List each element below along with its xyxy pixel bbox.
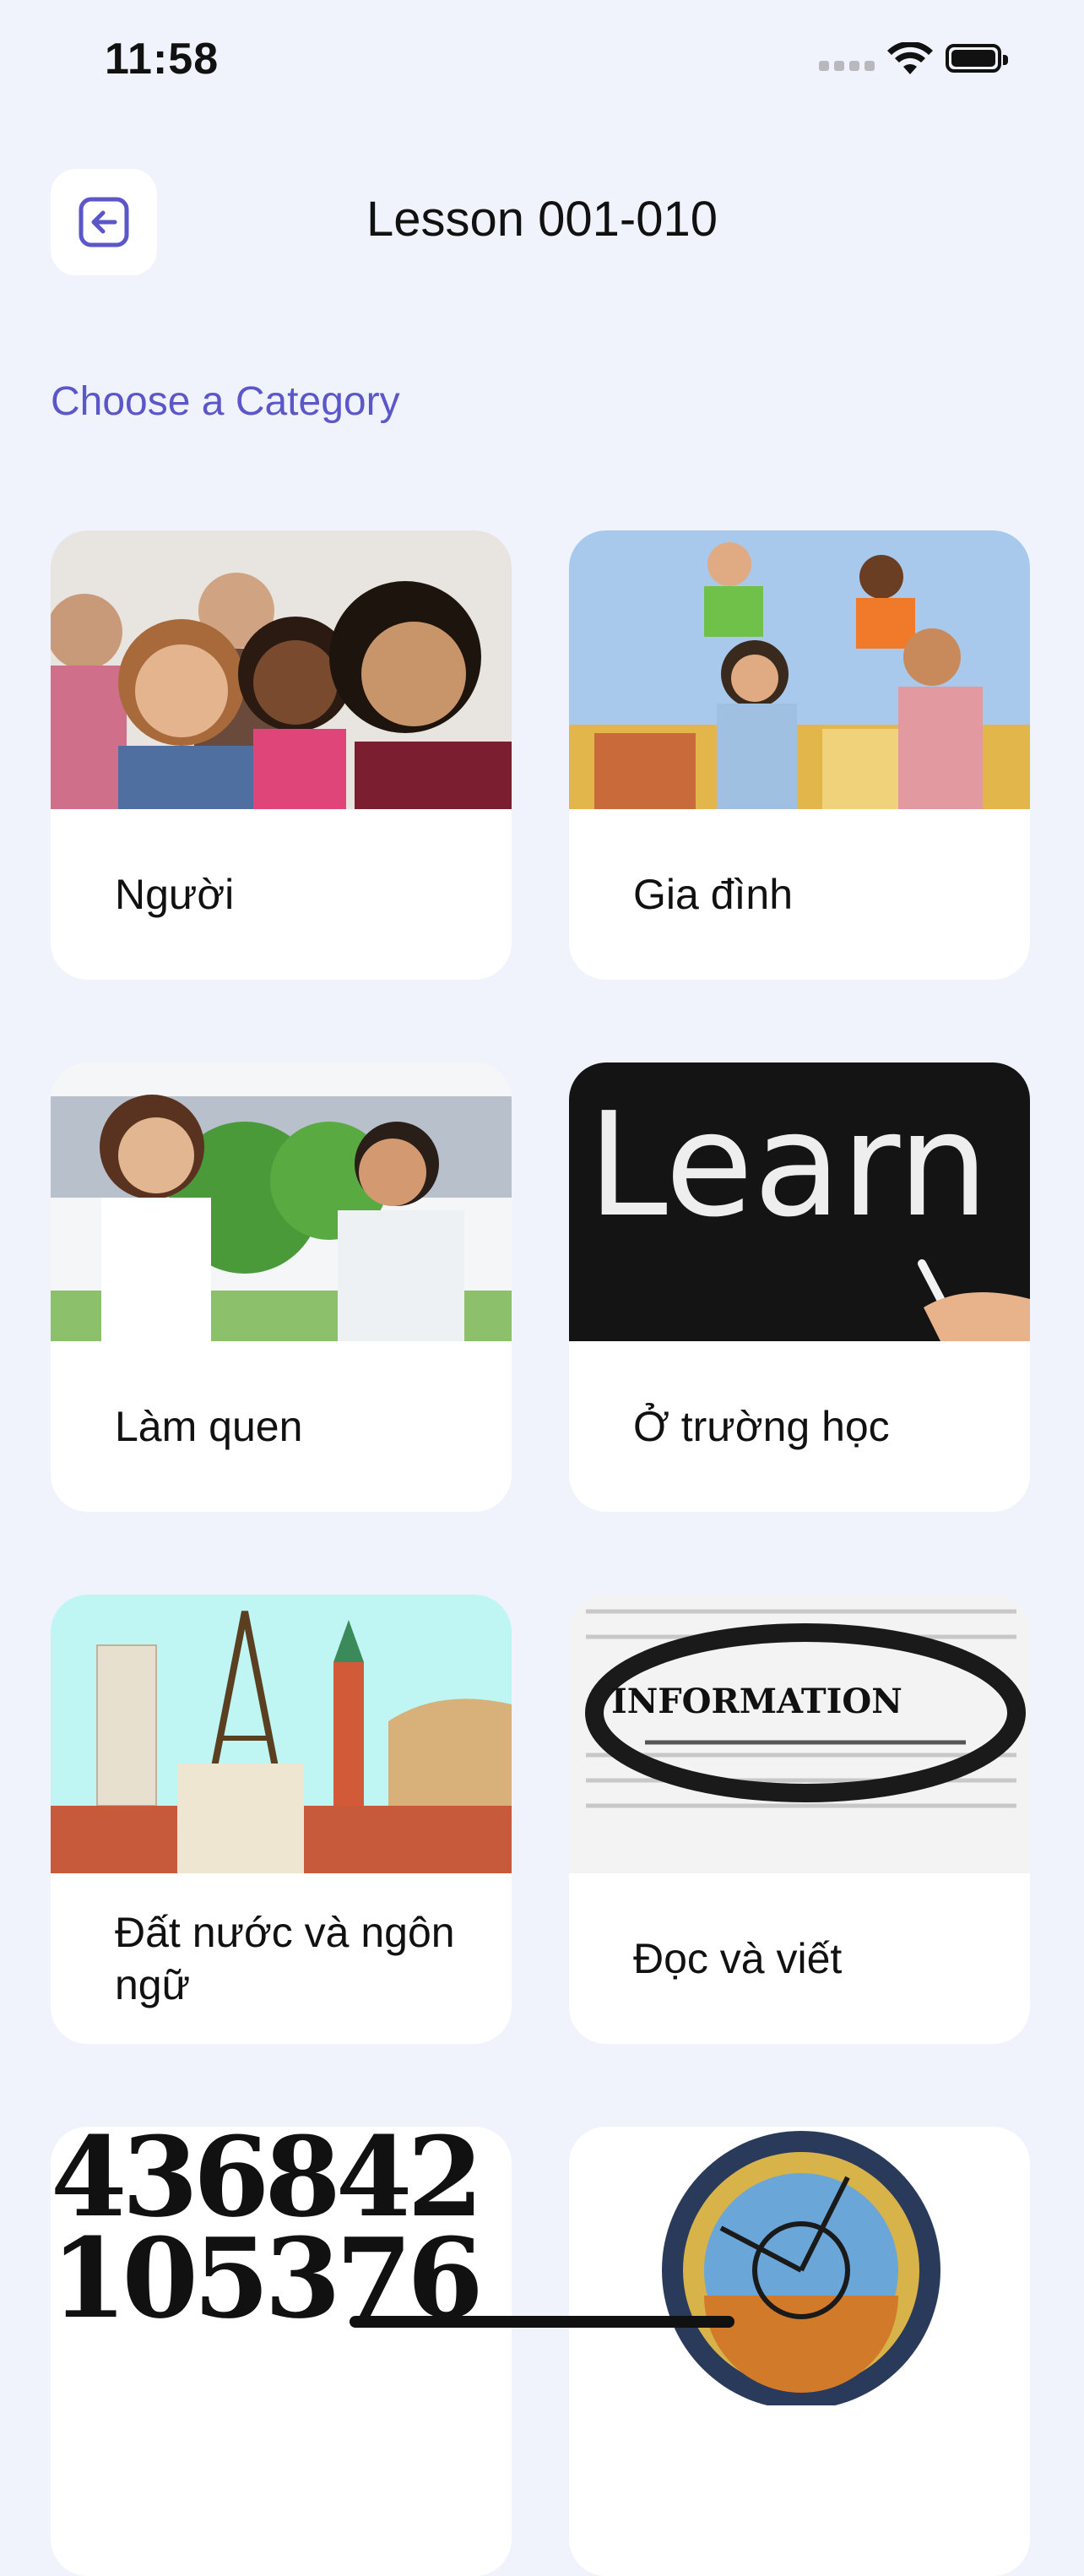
chalkboard-text: Learn — [588, 1082, 989, 1249]
page-title: Lesson 001-010 — [366, 192, 718, 247]
section-label: Choose a Category — [51, 379, 400, 424]
family-outdoors-photo — [569, 530, 1030, 809]
status-time: 11:58 — [105, 35, 220, 84]
category-card-o-truong-hoc[interactable]: Learn Ở trường học — [569, 1062, 1030, 1512]
wifi-icon — [887, 42, 933, 74]
glasses-text: INFORMATION — [611, 1682, 902, 1721]
glasses-on-text-photo: INFORMATION — [569, 1595, 1030, 1873]
category-label — [633, 2405, 996, 2576]
numbers-photo: 436842 105376 — [51, 2127, 512, 2405]
chalkboard-learn-photo: Learn — [569, 1062, 1030, 1341]
category-label: Làm quen — [115, 1402, 303, 1450]
status-bar: 11:58 — [0, 0, 1084, 118]
two-people-talking-photo — [51, 1062, 512, 1341]
world-landmarks-photo — [51, 1595, 512, 1873]
category-label: Ở trường học — [633, 1402, 890, 1450]
category-card-gia-dinh[interactable]: Gia đình — [569, 530, 1030, 980]
category-label: Người — [115, 870, 235, 918]
group-of-people-photo — [51, 530, 512, 809]
category-card-dat-nuoc-va-ngon-ngu[interactable]: Đất nước và ngôn ngữ — [51, 1595, 512, 2044]
astronomical-clock-photo — [569, 2127, 1030, 2405]
battery-icon — [946, 44, 1008, 73]
category-card-numbers[interactable]: 436842 105376 — [51, 2127, 512, 2576]
category-label — [115, 2405, 478, 2576]
category-label: Gia đình — [633, 870, 794, 918]
category-card-clock[interactable] — [569, 2127, 1030, 2576]
cellular-signal-icon — [819, 61, 875, 71]
category-label: Đất nước và ngôn ngữ — [115, 1908, 455, 2009]
category-card-lam-quen[interactable]: Làm quen — [51, 1062, 512, 1512]
category-card-doc-va-viet[interactable]: INFORMATION Đọc và viết — [569, 1595, 1030, 2044]
category-label: Đọc và viết — [633, 1934, 843, 1982]
category-card-nguoi[interactable]: Người — [51, 530, 512, 980]
home-indicator[interactable] — [350, 2316, 734, 2328]
